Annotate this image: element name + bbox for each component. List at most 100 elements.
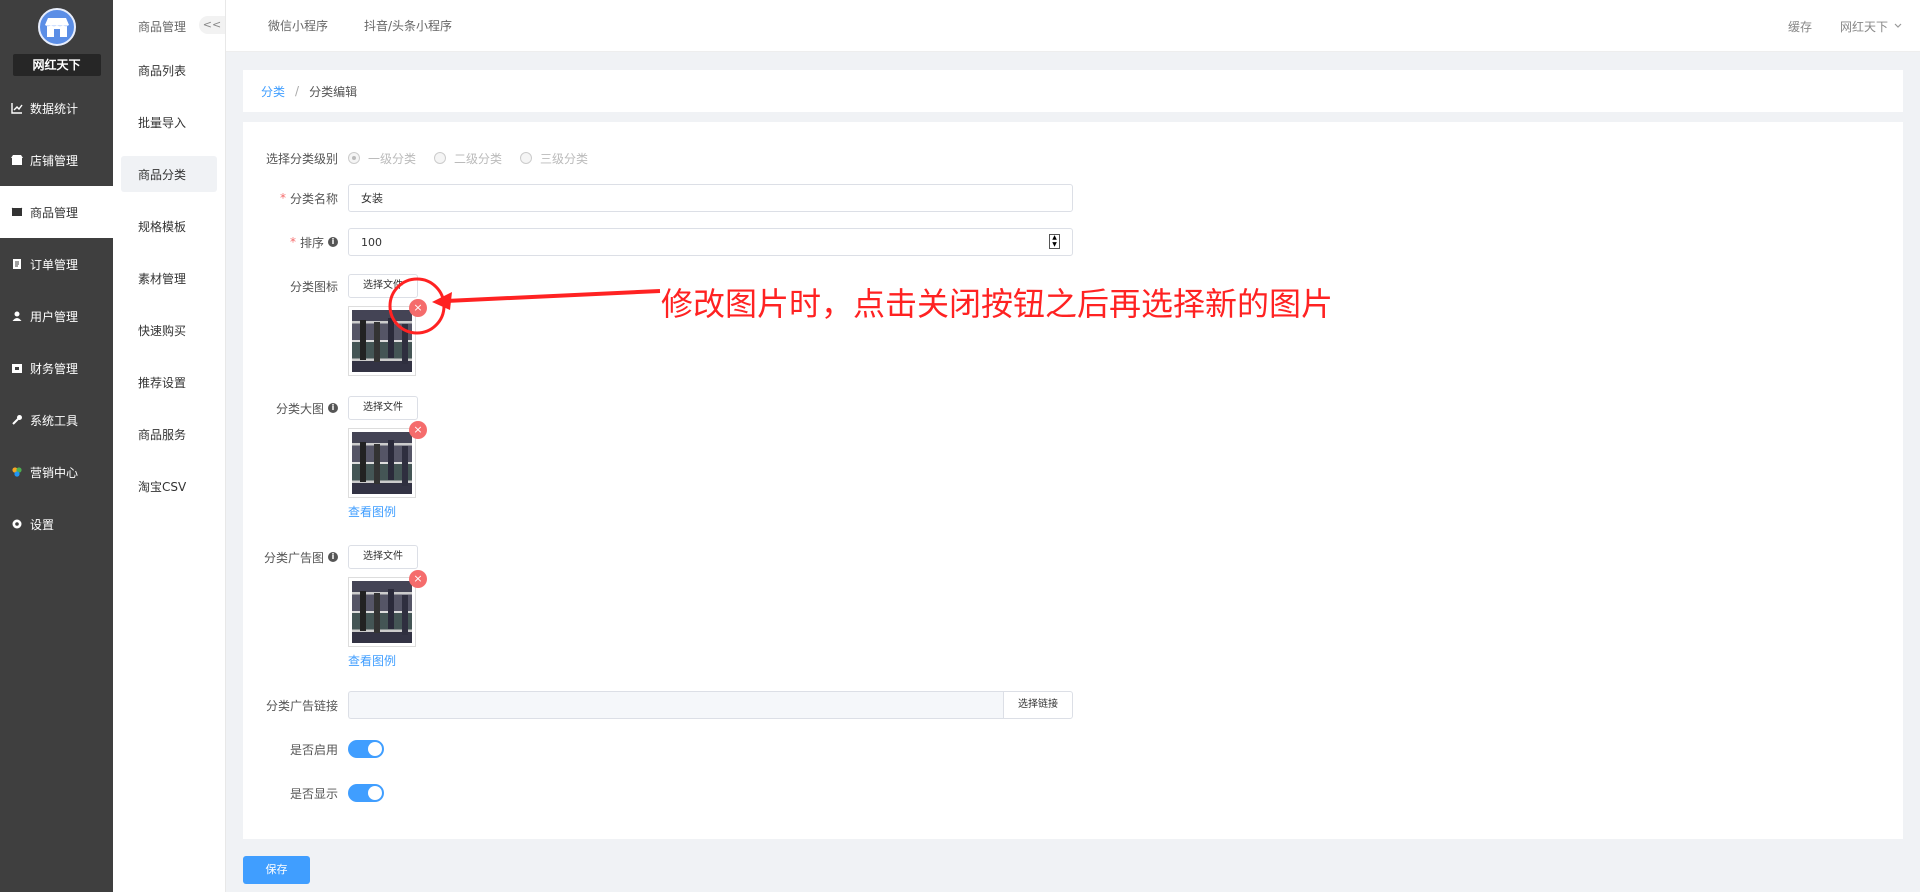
sidebar-item-label: 用户管理 (30, 309, 79, 324)
uploaded-image (352, 581, 412, 643)
remove-icon-image-button[interactable]: × (409, 299, 427, 317)
submenu-item[interactable]: 商品服务 (121, 416, 217, 452)
shop-name: 网红天下 (12, 54, 101, 76)
breadcrumb: 分类 / 分类编辑 (243, 70, 1903, 112)
radio-dot (520, 152, 533, 164)
info-icon: i (328, 552, 338, 562)
ad-image-row: 分类广告图 i 选择文件 × 查看图例 (243, 545, 427, 669)
sidebar-item[interactable]: 数据统计 (0, 82, 113, 134)
number-spinner[interactable]: ▲ ▼ (1049, 234, 1060, 249)
view-example-link[interactable]: 查看图例 (348, 652, 418, 669)
icon-row: 分类图标 选择文件 × (243, 274, 427, 376)
tab-douyin-miniprogram[interactable]: 抖音/头条小程序 (364, 17, 452, 34)
top-bar: 微信小程序 抖音/头条小程序 缓存 网红天下 (226, 0, 1920, 52)
radio-dot (348, 152, 360, 164)
big-image-row: 分类大图 i 选择文件 × 查看图例 (243, 396, 427, 520)
gear-icon (10, 517, 24, 531)
spin-down-icon[interactable]: ▼ (1052, 241, 1057, 248)
choose-ad-image-file-button[interactable]: 选择文件 (348, 545, 418, 569)
sidebar-item-label: 订单管理 (30, 257, 79, 272)
submenu-item[interactable]: 商品分类 (121, 156, 217, 192)
name-label-text: 分类名称 (289, 191, 338, 206)
user-menu[interactable]: 网红天下 (1840, 18, 1902, 35)
radio-level-3[interactable]: 三级分类 (520, 150, 588, 167)
uploaded-image (352, 432, 412, 494)
icon-label: 分类图标 (289, 279, 338, 294)
name-label: * 分类名称 (243, 190, 338, 207)
category-edit-form: 选择分类级别 一级分类 二级分类 三级分类 *分类名称 * 排序 i ▲▼ 分类图标… (243, 122, 1903, 839)
view-example-link[interactable]: 查看图例 (348, 503, 418, 520)
submenu-item[interactable]: 淘宝CSV (121, 468, 217, 504)
enabled-toggle[interactable] (348, 740, 384, 758)
sidebar-item[interactable]: 设置 (0, 498, 113, 550)
level-label: 选择分类级别 (265, 151, 338, 166)
submenu-item[interactable]: 批量导入 (121, 104, 217, 140)
sidebar-item[interactable]: 系统工具 (0, 394, 113, 446)
submenu-item[interactable]: 规格模板 (121, 208, 217, 244)
store-icon (10, 153, 24, 167)
user-name: 网红天下 (1839, 19, 1888, 34)
choose-icon-file-button[interactable]: 选择文件 (348, 274, 418, 298)
choose-link-button[interactable]: 选择链接 (1003, 691, 1073, 719)
enabled-label: 是否启用 (289, 742, 338, 757)
uploaded-image (352, 310, 412, 372)
submenu-item[interactable]: 素材管理 (121, 260, 217, 296)
name-row: * 分类名称 (243, 184, 1073, 212)
submenu-item[interactable]: 推荐设置 (121, 364, 217, 400)
radio-level-2[interactable]: 二级分类 (434, 150, 502, 167)
level-row: 选择分类级别 一级分类 二级分类 三级分类 (243, 148, 588, 168)
info-icon: i (328, 237, 338, 247)
big-image-thumbnail: × (348, 421, 427, 498)
save-button[interactable]: 保存 (243, 856, 310, 884)
submenu-item[interactable]: 快速购买 (121, 312, 217, 348)
sidebar-item[interactable]: 财务管理 (0, 342, 113, 394)
submenu-item[interactable]: 商品列表 (121, 52, 217, 88)
ad-image-thumbnail: × (348, 570, 427, 647)
collapse-button[interactable]: << (199, 16, 225, 34)
sort-label-text: 排序 (299, 235, 324, 250)
ad-link-row: 分类广告链接 选择链接 (243, 691, 1073, 719)
marketing-icon (10, 465, 24, 479)
main-sidebar: 网红天下 数据统计店铺管理商品管理订单管理用户管理财务管理系统工具营销中心设置 (0, 0, 113, 892)
category-name-input[interactable] (348, 184, 1073, 212)
sort-row: *排序 i ▲▼ (243, 228, 1073, 256)
ad-link-label: 分类广告链接 (265, 698, 338, 713)
display-row: 是否显示 (243, 784, 384, 802)
display-toggle[interactable] (348, 784, 384, 802)
tab-wechat-miniprogram[interactable]: 微信小程序 (268, 17, 328, 34)
sort-label: * 排序 i (243, 234, 338, 251)
cache-link[interactable]: 缓存 (1788, 18, 1812, 35)
sidebar-item[interactable]: 订单管理 (0, 238, 113, 290)
remove-ad-image-button[interactable]: × (409, 570, 427, 588)
goods-icon (10, 205, 24, 219)
sidebar-item-label: 设置 (30, 517, 55, 532)
big-image-label: 分类大图 i (243, 396, 338, 420)
breadcrumb-parent[interactable]: 分类 (261, 83, 285, 100)
remove-big-image-button[interactable]: × (409, 421, 427, 439)
breadcrumb-current: 分类编辑 (309, 84, 358, 99)
enabled-row: 是否启用 (243, 740, 384, 758)
submenu-title: 商品管理 (138, 19, 187, 34)
sidebar-item[interactable]: 店铺管理 (0, 134, 113, 186)
sidebar-item[interactable]: 用户管理 (0, 290, 113, 342)
sidebar-item[interactable]: 营销中心 (0, 446, 113, 498)
submenu-title-area: 商品管理 << (113, 0, 225, 52)
radio-label: 三级分类 (540, 151, 589, 166)
radio-level-1[interactable]: 一级分类 (348, 150, 416, 167)
radio-label: 一级分类 (368, 151, 417, 166)
required-mark: * (279, 191, 286, 205)
radio-label: 二级分类 (454, 151, 503, 166)
ad-image-label: 分类广告图 i (243, 545, 338, 569)
sidebar-item-label: 财务管理 (30, 361, 79, 376)
choose-big-image-file-button[interactable]: 选择文件 (348, 396, 418, 420)
logo-area: 网红天下 (0, 0, 113, 82)
store-logo-icon (37, 8, 76, 46)
sidebar-item[interactable]: 商品管理 (0, 186, 113, 238)
ad-link-input[interactable] (348, 691, 1003, 719)
sort-number-input[interactable] (348, 228, 1073, 256)
big-image-label-text: 分类大图 (275, 401, 324, 416)
sidebar-item-label: 店铺管理 (30, 153, 79, 168)
icon-image-thumbnail: × (348, 299, 427, 376)
sidebar-item-label: 系统工具 (30, 413, 79, 428)
ad-image-label-text: 分类广告图 (263, 550, 324, 565)
